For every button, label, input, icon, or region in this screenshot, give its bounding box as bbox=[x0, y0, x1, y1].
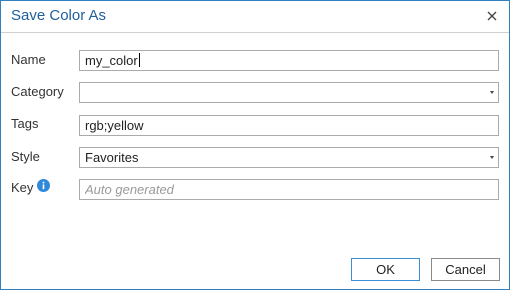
tags-label: Tags bbox=[11, 116, 39, 131]
chevron-down-icon bbox=[490, 156, 494, 159]
name-field-value: my_color bbox=[85, 53, 138, 68]
style-label: Style bbox=[11, 149, 40, 164]
tags-field[interactable] bbox=[79, 115, 499, 136]
cancel-button[interactable]: Cancel bbox=[431, 258, 500, 281]
title-divider bbox=[1, 32, 509, 33]
text-caret bbox=[138, 53, 140, 67]
category-label: Category bbox=[11, 84, 64, 99]
save-color-as-dialog: Save Color As Name my_color Category Tag… bbox=[0, 0, 510, 290]
key-label: Key bbox=[11, 180, 34, 195]
chevron-down-icon bbox=[490, 91, 494, 94]
style-dropdown-value: Favorites bbox=[85, 150, 139, 165]
dialog-title: Save Color As bbox=[11, 7, 107, 24]
name-label: Name bbox=[11, 52, 46, 67]
style-dropdown[interactable]: Favorites bbox=[79, 147, 499, 168]
close-icon[interactable] bbox=[487, 11, 497, 21]
close-button[interactable] bbox=[483, 7, 501, 25]
category-dropdown[interactable] bbox=[79, 82, 499, 103]
ok-button[interactable]: OK bbox=[351, 258, 420, 281]
key-field[interactable] bbox=[79, 179, 499, 200]
info-icon[interactable] bbox=[37, 179, 50, 192]
name-field[interactable]: my_color bbox=[79, 50, 499, 71]
